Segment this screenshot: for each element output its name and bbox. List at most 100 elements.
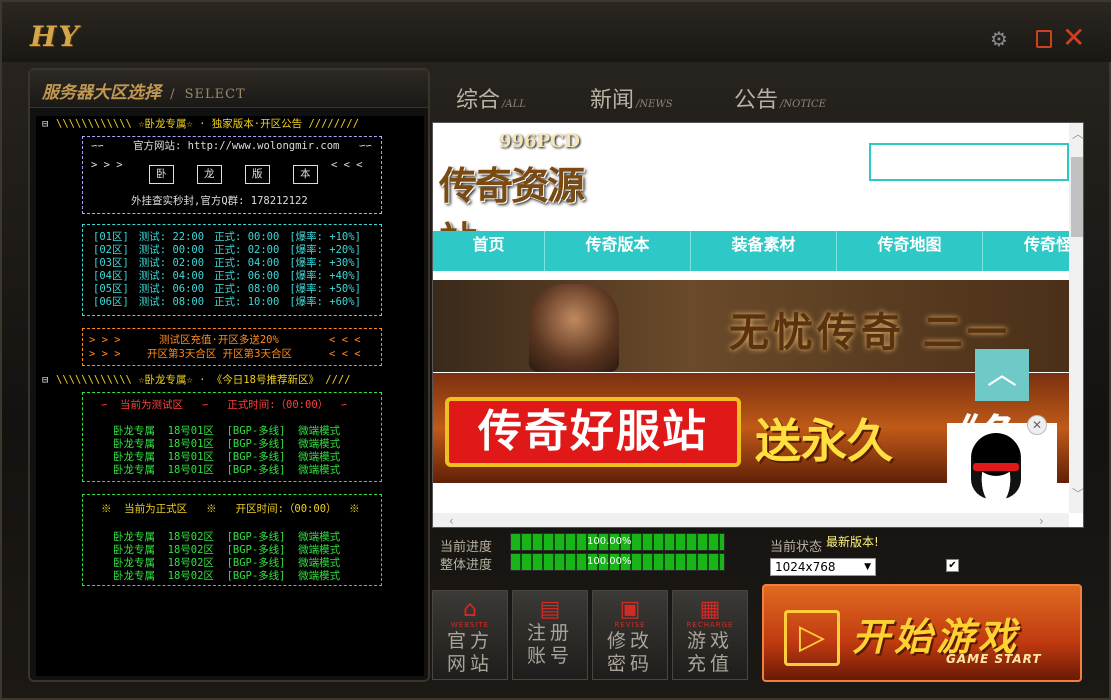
promo-line-1: 测试区充值·开区多送20% (159, 334, 279, 346)
restore-icon[interactable] (1036, 30, 1052, 48)
schedule-row: [05区] 测试: 06:00 正式: 08:00 [爆率: +50%] (93, 283, 371, 296)
scroll-left-icon[interactable]: ‹ (449, 514, 454, 527)
nav-versions[interactable]: 传奇版本 (545, 231, 691, 271)
chevron-down-icon: ▼ (864, 562, 871, 572)
password-en: REVISE (614, 621, 646, 629)
tab-notice[interactable]: 公告/NOTICE (734, 82, 826, 114)
schedule-rate: [爆率: +30%] (289, 257, 361, 269)
open-header-text: 当前为正式区 ※ 开区时间:（00:00） (124, 503, 337, 515)
change-password-button[interactable]: ▣ REVISE 修改 密码 (592, 590, 668, 680)
website-button[interactable]: ⌂ WEBSITE 官方 网站 (432, 590, 508, 680)
server-row[interactable]: 卧龙专属 18号02区 [BGP-多线] 微端模式 (113, 557, 340, 570)
schedule-rate: [爆率: +40%] (289, 270, 361, 282)
close-icon[interactable]: ✕ (1027, 415, 1047, 435)
tab-all-en: ALL (505, 99, 526, 110)
arrows-right: < < < (331, 159, 363, 171)
resolution-select[interactable]: 1024x768 ▼ (770, 558, 876, 576)
horizontal-scrollbar[interactable]: ‹ › (433, 513, 1069, 527)
embedded-browser[interactable]: 996PCD 传奇资源站 首页 传奇版本 装备素材 传奇地图 传奇怪 无忧传奇 … (432, 122, 1084, 528)
banner-1-text: 无忧传奇 二一 (729, 309, 1011, 356)
nav-maps[interactable]: 传奇地图 (837, 231, 983, 271)
deco-right: ∽∽ (359, 140, 372, 152)
option-checkbox[interactable]: ✔ (946, 559, 959, 572)
qq-float[interactable]: ✕ (947, 415, 1057, 509)
schedule-open: 正式: 04:00 (214, 257, 280, 269)
website-zh-2: 网站 (446, 653, 493, 675)
schedule-zone: [04区] (93, 270, 129, 282)
open-zone-box: ※ 当前为正式区 ※ 开区时间:（00:00） ※ 卧龙专属 18号02区 [B… (82, 494, 382, 586)
schedule-row: [06区] 测试: 08:00 正式: 10:00 [爆率: +60%] (93, 296, 371, 309)
tab-all[interactable]: 综合/ALL (456, 82, 526, 114)
char-4: 本 (293, 165, 318, 184)
resolution-value: 1024x768 (775, 560, 836, 574)
qq-scarf (973, 463, 1019, 471)
schedule-test: 测试: 00:00 (138, 244, 205, 256)
schedule-row: [02区] 测试: 00:00 正式: 02:00 [爆率: +20%] (93, 244, 371, 257)
schedule-rate: [爆率: +50%] (289, 283, 361, 295)
tab-news[interactable]: 新闻/NEWS (590, 82, 673, 114)
register-button[interactable]: ▤ 注册 账号 (512, 590, 588, 680)
register-zh-1: 注册 (526, 622, 573, 644)
schedule-test: 测试: 04:00 (138, 270, 205, 282)
schedule-rate: [爆率: +20%] (289, 244, 361, 256)
server-row[interactable]: 卧龙专属 18号01区 [BGP-多线] 微端模式 (113, 425, 340, 438)
scroll-thumb[interactable] (1071, 157, 1083, 237)
schedule-row: [04区] 测试: 04:00 正式: 06:00 [爆率: +40%] (93, 270, 371, 283)
server-row[interactable]: 卧龙专属 18号02区 [BGP-多线] 微端模式 (113, 531, 340, 544)
qq-group-line: 外挂查实秒封,官方Q群: 178212122 (131, 195, 308, 207)
promo-arrows-r2: < < < (329, 348, 361, 360)
server-tree[interactable]: ⊟ \\\\\\\\\\\\ ☆卧龙专属☆ · 独家版本·开区公告 //////… (36, 116, 424, 676)
schedule-test: 测试: 06:00 (138, 283, 205, 295)
close-icon[interactable]: ✕ (1062, 24, 1085, 52)
recharge-zh-2: 充值 (686, 653, 733, 675)
collapse-icon[interactable]: ⊟ (42, 118, 48, 131)
website-line[interactable]: 官方网站: http://www.wolongmir.com (133, 140, 339, 153)
promo-arrows-r: < < < (329, 334, 361, 346)
server-select-panel: 服务器大区选择 / SELECT ⊟ \\\\\\\\\\\\ ☆卧龙专属☆ ·… (28, 68, 430, 682)
total-progress-value: 100.00% (587, 556, 632, 567)
server-row[interactable]: 卧龙专属 18号01区 [BGP-多线] 微端模式 (113, 464, 340, 477)
promo-box: > > > 测试区充值·开区多送20% < < < > > > 开区第3天合区 … (82, 328, 382, 366)
schedule-zone: [01区] (93, 231, 129, 243)
banner-2-badge: 传奇好服站 (445, 397, 741, 467)
website-en: WEBSITE (450, 621, 490, 629)
start-game-button[interactable]: ▷ 开始游戏 GAME START (762, 584, 1082, 682)
char-2: 龙 (197, 165, 222, 184)
vertical-scrollbar[interactable]: ︿ ﹀ (1069, 123, 1083, 513)
site-logo[interactable]: 996PCD 传奇资源站 (439, 131, 599, 263)
banner-ad-1[interactable]: 无忧传奇 二一 (433, 280, 1069, 372)
register-zh-2: 账号 (526, 645, 573, 667)
nav-materials[interactable]: 装备素材 (691, 231, 837, 271)
scroll-up-icon[interactable]: ︿ (1072, 125, 1083, 142)
site-search-input[interactable] (869, 143, 1069, 181)
schedule-test: 测试: 08:00 (138, 296, 205, 308)
banner-2-badge-text: 传奇好服站 (478, 406, 708, 457)
schedule-open: 正式: 02:00 (214, 244, 280, 256)
server-row[interactable]: 卧龙专属 18号01区 [BGP-多线] 微端模式 (113, 438, 340, 451)
scroll-right-icon[interactable]: › (1039, 514, 1044, 527)
schedule-rate: [爆率: +60%] (289, 296, 361, 308)
chevron-up-icon[interactable]: ︿ (975, 349, 1029, 401)
tree-group-1[interactable]: \\\\\\\\\\\\ ☆卧龙专属☆ · 独家版本·开区公告 //////// (56, 118, 359, 131)
server-row[interactable]: 卧龙专属 18号02区 [BGP-多线] 微端模式 (113, 544, 340, 557)
open-zone-header: ※ 当前为正式区 ※ 开区时间:（00:00） ※ (101, 503, 360, 515)
test-header-text: 当前为测试区 ∽ 正式时间:（00:00） (119, 399, 329, 411)
register-icon: ▤ (539, 597, 561, 622)
schedule-open: 正式: 08:00 (214, 283, 280, 295)
nav-home[interactable]: 首页 (433, 231, 545, 271)
tab-notice-label: 公告 (734, 88, 779, 113)
server-row[interactable]: 卧龙专属 18号02区 [BGP-多线] 微端模式 (113, 570, 340, 583)
title-bar: HY ⚙ ✕ (2, 2, 1111, 62)
schedule-zone: [03区] (93, 257, 129, 269)
tree-group-2[interactable]: \\\\\\\\\\\\ ☆卧龙专属☆ · 《今日18号推荐新区》 //// (56, 374, 351, 387)
server-row[interactable]: 卧龙专属 18号01区 [BGP-多线] 微端模式 (113, 451, 340, 464)
schedule-rate: [爆率: +10%] (289, 231, 361, 243)
gear-icon[interactable]: ⚙ (990, 28, 1012, 50)
tab-all-label: 综合 (456, 88, 501, 113)
news-tabs: 综合/ALL 新闻/NEWS 公告/NOTICE (432, 68, 1092, 118)
scroll-down-icon[interactable]: ﹀ (1072, 485, 1083, 502)
collapse-icon-2[interactable]: ⊟ (42, 374, 48, 387)
tab-notice-en: NOTICE (783, 99, 826, 110)
recharge-button[interactable]: ▦ RECHARGE 游戏 充值 (672, 590, 748, 680)
website-zh-1: 官方 (446, 630, 493, 652)
